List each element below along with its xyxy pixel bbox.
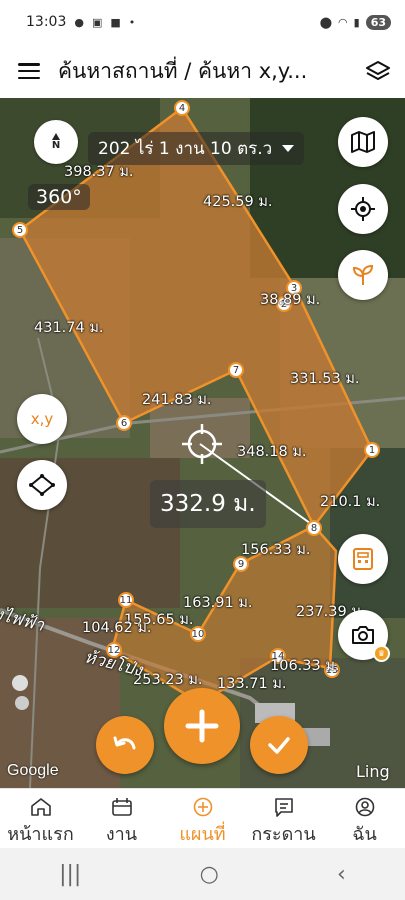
distance-label: 431.74 ม. bbox=[34, 320, 104, 336]
distance-label: 106.33 ม. bbox=[270, 658, 340, 674]
nav-tasks[interactable]: งาน bbox=[81, 789, 162, 848]
distance-label: 253.23 ม. bbox=[133, 672, 203, 688]
xy-label: x,y bbox=[30, 410, 54, 428]
vertex-marker[interactable]: 7 bbox=[228, 362, 244, 378]
add-point-button[interactable] bbox=[164, 688, 240, 764]
area-value: 202 ไร่ 1 งาน 10 ตร.ว bbox=[98, 139, 273, 159]
check-icon bbox=[268, 737, 290, 754]
nav-label: แผนที่ bbox=[179, 824, 226, 845]
nav-home[interactable]: หน้าแรก bbox=[0, 789, 81, 848]
my-location-button[interactable] bbox=[338, 184, 388, 234]
signal-icon: ▮ bbox=[353, 15, 360, 29]
bottom-nav: หน้าแรก งาน แผนที่ กระดาน ฉัน bbox=[0, 788, 405, 848]
polygon-icon bbox=[29, 474, 55, 496]
app-bar: ค้นหาสถานที่ / ค้นหา x,y... bbox=[0, 44, 405, 98]
distance-label: 104.62 ม. bbox=[82, 620, 152, 636]
undo-button[interactable] bbox=[96, 716, 154, 774]
distance-label: 331.53 ม. bbox=[290, 371, 360, 387]
undo-icon bbox=[113, 736, 136, 750]
recents-icon[interactable]: ||| bbox=[59, 862, 81, 887]
xy-button[interactable]: x,y bbox=[17, 394, 67, 444]
polygon-tool-button[interactable] bbox=[17, 460, 67, 510]
live-distance: 332.9 ม. bbox=[150, 480, 266, 528]
menu-icon[interactable] bbox=[18, 63, 40, 79]
area-dropdown[interactable]: 202 ไร่ 1 งาน 10 ตร.ว bbox=[88, 132, 305, 165]
profile-icon bbox=[355, 797, 374, 817]
sprout-icon bbox=[352, 264, 374, 285]
nav-map[interactable]: แผนที่ bbox=[162, 789, 243, 848]
calculator-icon bbox=[353, 548, 373, 570]
map-view[interactable]: 4 5 3 2 6 7 1 8 9 10 11 12 14 15 398.37 … bbox=[0, 98, 405, 788]
add-circle-icon bbox=[193, 797, 212, 817]
home-circle-icon[interactable]: ○ bbox=[200, 862, 219, 887]
crop-button[interactable] bbox=[338, 250, 388, 300]
status-time: 13:03 bbox=[26, 14, 67, 30]
calendar-icon bbox=[111, 798, 132, 816]
system-nav-bar: ||| ○ ‹ bbox=[0, 848, 405, 900]
calculator-button[interactable] bbox=[338, 534, 388, 584]
dot-icon: • bbox=[128, 15, 136, 29]
location-icon: ⬤ bbox=[319, 15, 333, 29]
nav-label: กระดาน bbox=[251, 824, 316, 845]
search-title[interactable]: ค้นหาสถานที่ / ค้นหา x,y... bbox=[58, 55, 358, 88]
battery-icon: 63 bbox=[365, 14, 391, 30]
home-icon bbox=[30, 798, 51, 816]
distance-label: 241.83 ม. bbox=[142, 392, 212, 408]
camera-icon bbox=[352, 626, 374, 644]
distance-label: 425.59 ม. bbox=[203, 194, 273, 210]
google-logo: Google bbox=[7, 762, 59, 779]
nav-label: งาน bbox=[105, 824, 138, 845]
nav-label: หน้าแรก bbox=[7, 824, 74, 845]
plus-icon bbox=[185, 709, 219, 743]
facebook-icon: ■ bbox=[110, 15, 121, 29]
crosshair-icon bbox=[182, 424, 222, 464]
wifi-icon: ◠ bbox=[338, 15, 348, 29]
board-icon bbox=[274, 798, 293, 817]
distance-label: 348.18 ม. bbox=[237, 444, 307, 460]
screenshot-icon: ▣ bbox=[91, 15, 103, 29]
camera-button[interactable]: ♛ bbox=[338, 610, 390, 662]
crown-icon: ♛ bbox=[373, 645, 390, 662]
vertex-marker[interactable]: 1 bbox=[364, 442, 380, 458]
chat-icon: ● bbox=[74, 15, 84, 29]
distance-label: 38.89 ม. bbox=[260, 292, 321, 308]
vertex-marker[interactable]: 4 bbox=[174, 100, 190, 116]
map-icon bbox=[351, 131, 375, 153]
map-attribution: Ling bbox=[356, 762, 390, 781]
nav-profile[interactable]: ฉัน bbox=[324, 789, 405, 848]
distance-label: 156.33 ม. bbox=[241, 542, 311, 558]
chevron-down-icon bbox=[282, 145, 295, 152]
map-type-button[interactable] bbox=[338, 117, 388, 167]
screen: 13:03 ● ▣ ■ • ⬤ ◠ ▮ 63 ค้นหาสถานที่ / ค้… bbox=[0, 0, 405, 900]
vertex-marker[interactable]: 8 bbox=[306, 520, 322, 536]
back-icon[interactable]: ‹ bbox=[337, 862, 346, 887]
vertex-marker[interactable]: 11 bbox=[118, 592, 134, 608]
distance-label: 210.1 ม. bbox=[320, 494, 381, 510]
vertex-marker[interactable]: 6 bbox=[116, 415, 132, 431]
layers-icon[interactable] bbox=[365, 60, 391, 82]
heading-display: 360° bbox=[28, 184, 90, 210]
north-arrow-icon bbox=[52, 133, 60, 140]
confirm-button[interactable] bbox=[250, 716, 308, 774]
vertex-marker[interactable]: 5 bbox=[12, 222, 28, 238]
nav-board[interactable]: กระดาน bbox=[243, 789, 324, 848]
nav-label: ฉัน bbox=[352, 824, 377, 845]
compass-button[interactable]: N bbox=[34, 120, 78, 164]
gps-icon bbox=[351, 197, 375, 221]
status-bar: 13:03 ● ▣ ■ • ⬤ ◠ ▮ 63 bbox=[0, 0, 405, 44]
compass-letter: N bbox=[51, 140, 61, 151]
